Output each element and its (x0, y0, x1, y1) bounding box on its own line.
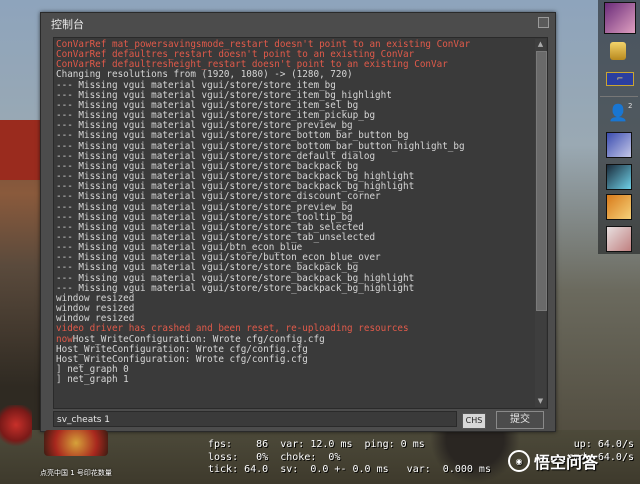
netgraph-line: tick: 64.0 sv: 0.0 +- 0.0 ms var: 0.000 … (208, 464, 491, 475)
watermark-text: 悟空问答 (534, 453, 599, 472)
weapon-case-icon[interactable]: ⌐ (606, 72, 634, 86)
netgraph-stats: fps: 86 var: 12.0 ms ping: 0 ms loss: 0%… (208, 439, 491, 477)
wukong-logo-icon: ◉ (508, 450, 530, 472)
console-log-line: --- Missing vgui material vgui/store/sto… (56, 191, 381, 203)
scroll-down-icon[interactable]: ▼ (536, 397, 545, 406)
friend-avatar[interactable] (606, 132, 632, 158)
console-window: 控制台 ConVarRef mat_powersavingsmode_resta… (40, 12, 556, 432)
service-medal-icon[interactable] (610, 42, 626, 60)
netgraph-line: fps: 86 var: 12.0 ms ping: 0 ms (208, 439, 425, 450)
submit-button[interactable]: 提交 (496, 411, 544, 429)
scrollbar[interactable]: ▲ ▼ (535, 39, 547, 407)
background-sign (0, 120, 42, 180)
hud-team-emblem (44, 430, 108, 456)
console-log-text: Host_WriteConfiguration: Wrote cfg/confi… (72, 333, 325, 345)
console-log-line: ] net_graph 1 (56, 374, 129, 386)
console-log-prefix: now (56, 333, 73, 345)
netgraph-line: loss: 0% choke: 0% (208, 451, 341, 463)
close-button[interactable] (538, 17, 549, 28)
command-input[interactable]: sv_cheats 1 (53, 411, 457, 427)
hud-player-label: 点亮中国 1 号印花数量 (40, 469, 112, 477)
sidebar-divider (600, 96, 638, 97)
console-log-lines: ConVarRef mat_powersavingsmode_restart d… (56, 39, 533, 386)
steam-sidebar: ⌐ 👤 2 (598, 0, 640, 254)
ime-indicator: CHS (462, 413, 486, 429)
console-title: 控制台 (51, 18, 84, 31)
player-avatar[interactable] (604, 2, 636, 34)
watermark: ◉ 悟空问答 (508, 450, 599, 472)
friend-avatar[interactable] (606, 194, 632, 220)
hud-spray-art (0, 405, 32, 449)
friend-avatar[interactable] (606, 226, 632, 252)
friend-avatar[interactable] (606, 164, 632, 190)
console-log[interactable]: ConVarRef mat_powersavingsmode_restart d… (53, 37, 548, 409)
scroll-up-icon[interactable]: ▲ (536, 40, 545, 49)
scroll-thumb[interactable] (536, 51, 547, 311)
friends-count: 2 (628, 102, 633, 110)
